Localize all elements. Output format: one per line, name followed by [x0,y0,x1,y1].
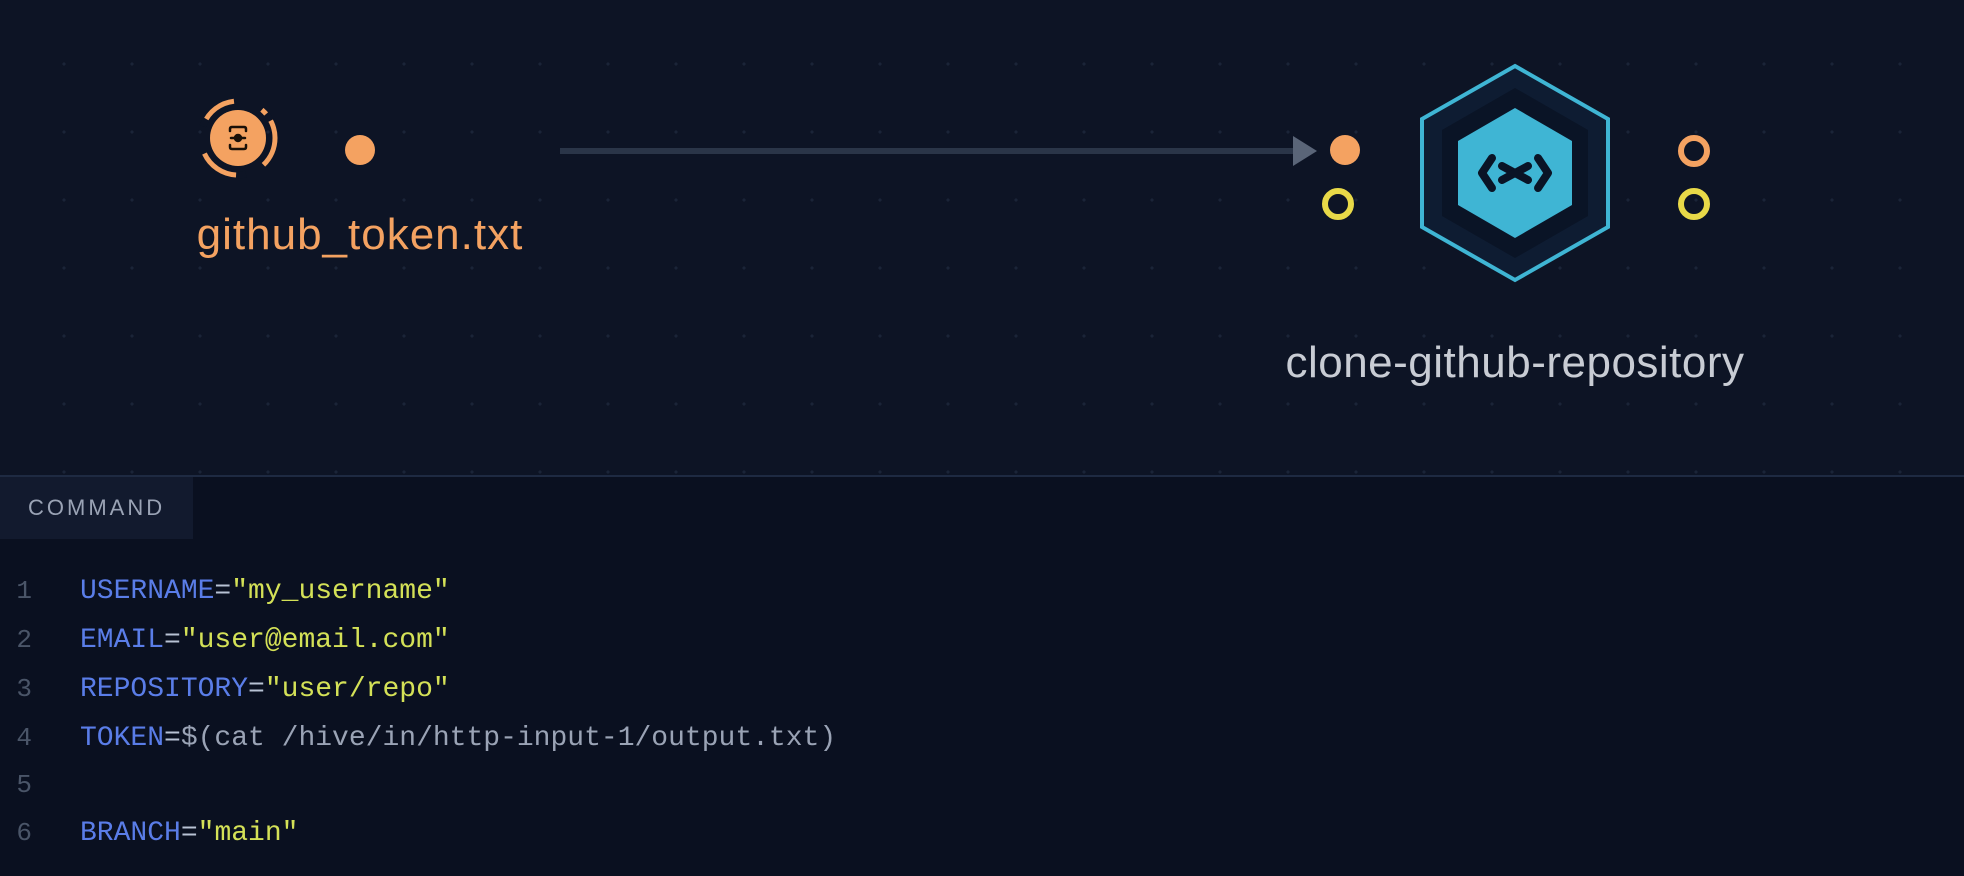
code-line[interactable]: 4TOKEN=$(cat /hive/in/http-input-1/outpu… [0,714,1964,763]
code-line[interactable]: 3REPOSITORY="user/repo" [0,665,1964,714]
code-editor[interactable]: 1USERNAME="my_username"2EMAIL="user@emai… [0,539,1964,858]
code-line[interactable]: 1USERNAME="my_username" [0,567,1964,616]
data-source-icon [193,93,283,183]
code-content: REPOSITORY="user/repo" [80,665,450,714]
node-target-label: clone-github-repository [1200,338,1830,388]
code-content: USERNAME="my_username" [80,567,450,616]
node-target[interactable]: clone-github-repository [1400,58,1630,288]
command-panel: COMMAND 1USERNAME="my_username"2EMAIL="u… [0,475,1964,876]
tab-command[interactable]: COMMAND [0,477,193,539]
port-target-output-1[interactable] [1678,135,1710,167]
connection-edge[interactable] [560,148,1300,154]
line-number: 2 [0,618,80,664]
workflow-canvas[interactable]: github_token.txt [0,0,1964,475]
code-line[interactable]: 2EMAIL="user@email.com" [0,616,1964,665]
line-number: 1 [0,569,80,615]
code-content: EMAIL="user@email.com" [80,616,450,665]
code-line[interactable]: 5 [0,763,1964,809]
port-source-output[interactable] [345,135,375,165]
code-content: BRANCH="main" [80,809,298,858]
node-source-label: github_token.txt [80,210,640,260]
node-source[interactable]: github_token.txt [200,100,275,175]
port-target-input-1[interactable] [1330,135,1360,165]
hex-processor-icon [1400,58,1630,288]
line-number: 4 [0,716,80,762]
line-number: 3 [0,667,80,713]
code-line[interactable]: 6BRANCH="main" [0,809,1964,858]
port-target-input-2[interactable] [1322,188,1354,220]
code-content: TOKEN=$(cat /hive/in/http-input-1/output… [80,714,836,763]
tab-bar: COMMAND [0,477,1964,539]
line-number: 5 [0,763,80,809]
arrowhead-icon [1293,136,1317,166]
port-target-output-2[interactable] [1678,188,1710,220]
line-number: 6 [0,811,80,857]
